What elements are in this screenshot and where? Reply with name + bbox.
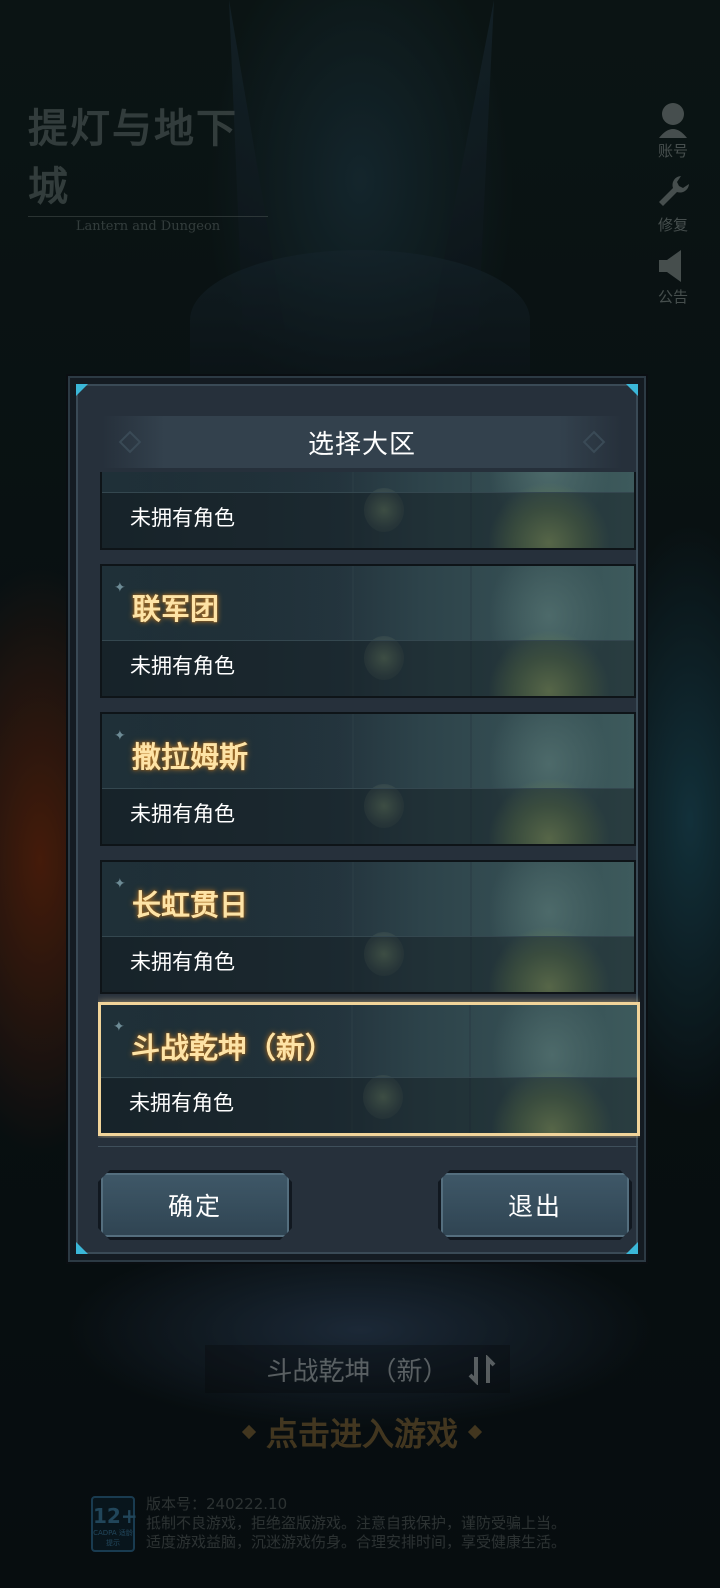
- server-status: 未拥有角色: [130, 802, 235, 826]
- server-card[interactable]: 未拥有角色: [100, 472, 636, 550]
- server-status: 未拥有角色: [130, 950, 235, 974]
- server-card[interactable]: ✦ 长虹贯日 未拥有角色: [100, 860, 636, 994]
- server-name: 联军团: [132, 592, 220, 626]
- server-list[interactable]: 未拥有角色 ✦ 联军团 未拥有角色 ✦ 撒拉姆斯 未拥有角色 ✦ 长虹贯日 未拥…: [98, 472, 640, 1138]
- dialog-divider: [98, 1146, 638, 1147]
- dialog-title-bar: 选择大区: [102, 416, 622, 468]
- sparkle-icon: ✦: [113, 1019, 125, 1035]
- server-status: 未拥有角色: [130, 654, 235, 678]
- server-status: 未拥有角色: [130, 506, 235, 530]
- server-status: 未拥有角色: [129, 1091, 234, 1115]
- server-name: 长虹贯日: [132, 888, 249, 922]
- dialog-panel: 选择大区 未拥有角色 ✦ 联军团 未拥有角色 ✦ 撒拉姆斯 未拥有角色 ✦ 长虹…: [76, 384, 640, 1254]
- dialog-title: 选择大区: [307, 429, 416, 460]
- sparkle-icon: ✦: [114, 728, 126, 744]
- server-card[interactable]: ✦ 联军团 未拥有角色: [100, 564, 636, 698]
- sparkle-icon: ✦: [114, 580, 126, 596]
- exit-button[interactable]: 退出: [438, 1170, 632, 1240]
- sparkle-icon: ✦: [114, 876, 126, 892]
- server-card-selected[interactable]: ✦ 斗战乾坤（新） 未拥有角色: [98, 1002, 640, 1136]
- server-name: 斗战乾坤（新）: [131, 1031, 335, 1065]
- server-select-dialog: 选择大区 未拥有角色 ✦ 联军团 未拥有角色 ✦ 撒拉姆斯 未拥有角色 ✦ 长虹…: [66, 374, 648, 1264]
- confirm-button[interactable]: 确定: [98, 1170, 292, 1240]
- server-name: 撒拉姆斯: [132, 740, 249, 774]
- title-ornament-left: [118, 430, 142, 454]
- title-ornament-right: [582, 430, 606, 454]
- server-card[interactable]: ✦ 撒拉姆斯 未拥有角色: [100, 712, 636, 846]
